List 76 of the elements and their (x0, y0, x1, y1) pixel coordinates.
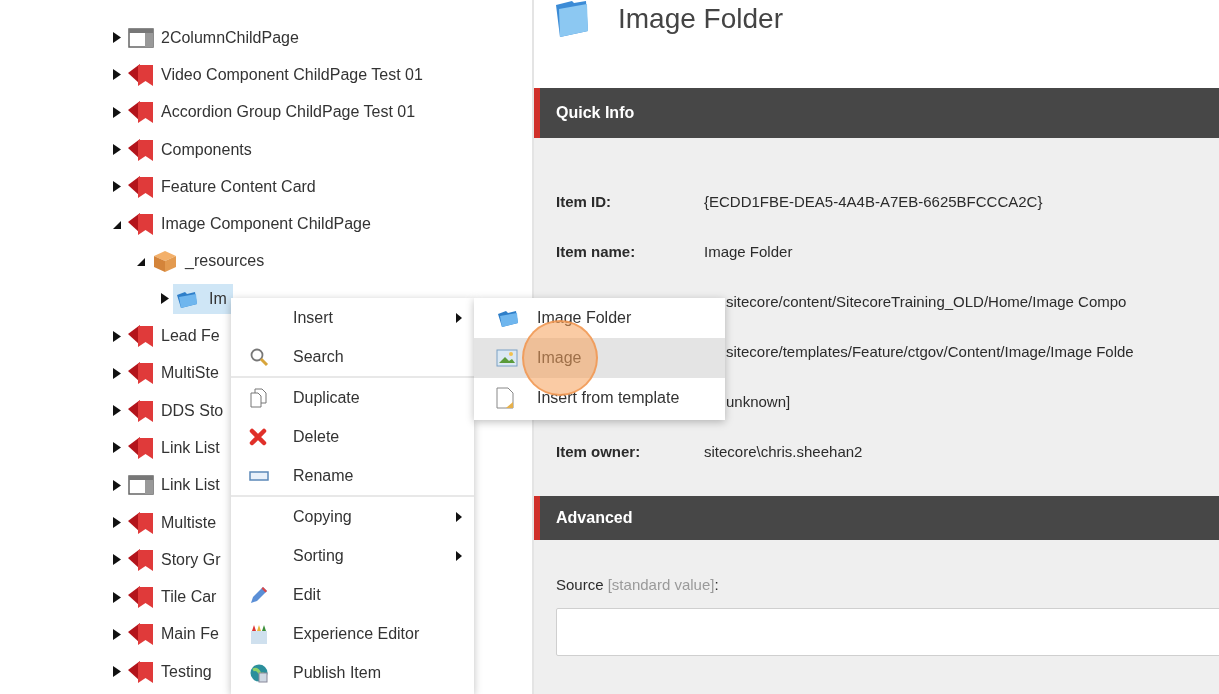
menu-item[interactable]: Rename (231, 456, 474, 495)
tree-node[interactable]: Accordion Group ChildPage Test 01 (125, 97, 422, 128)
tree-node[interactable]: DDS Sto (125, 395, 230, 426)
expand-arrow-icon[interactable] (113, 517, 121, 528)
submenu-arrow-icon (456, 550, 462, 561)
delete-icon (249, 427, 267, 446)
box-icon (151, 249, 179, 274)
expand-arrow-icon[interactable] (113, 405, 121, 417)
expand-arrow-icon[interactable] (113, 32, 121, 44)
expand-arrow-icon[interactable] (113, 330, 121, 342)
tree-node[interactable]: Multiste (125, 507, 223, 538)
tree-node[interactable]: Link List (125, 432, 226, 463)
tree-node[interactable]: Lead Fe (125, 321, 226, 351)
menu-item[interactable]: Sorting (231, 536, 474, 575)
item-title: Image Folder (618, 3, 783, 35)
tree-node[interactable]: Image Component ChildPage (125, 209, 377, 240)
field-value: sitecore/templates/Feature/ctgov/Content/Image/Image Folde (726, 342, 1134, 360)
submenu-arrow-icon (456, 312, 462, 323)
menu-item[interactable]: Copying (231, 497, 474, 536)
field-value: sitecore\chris.sheehan2 (704, 442, 863, 460)
field-value: Image Folder (704, 242, 793, 260)
section-header[interactable]: Advanced (534, 496, 1219, 540)
expand-arrow-icon[interactable] (113, 554, 121, 566)
tree-node[interactable]: Im (173, 283, 233, 314)
text-field-icon (249, 470, 269, 481)
menu-item[interactable]: Search (231, 337, 474, 376)
expand-arrow-icon[interactable] (113, 479, 121, 491)
menu-item[interactable]: Image Folder (474, 298, 725, 338)
tree-node[interactable]: MultiSte (125, 358, 225, 389)
menu-item[interactable]: Experience Editor (231, 614, 474, 653)
input-field[interactable] (556, 608, 1219, 656)
menu-item[interactable]: Insert from template (474, 378, 725, 418)
expand-arrow-icon[interactable] (113, 591, 121, 603)
field-label: Source [standard value]: (556, 576, 719, 593)
tree-node[interactable]: 2ColumnChildPage (125, 22, 305, 53)
expand-arrow-icon[interactable] (113, 181, 121, 193)
menu-item[interactable]: Insert (231, 298, 474, 337)
tree-node[interactable]: Story Gr (125, 544, 227, 575)
section-header[interactable]: Quick Info (534, 88, 1219, 138)
expand-arrow-icon[interactable] (161, 293, 169, 305)
field-value: {ECDD1FBE-DEA5-4A4B-A7EB-6625BFCCCA2C} (704, 192, 1043, 210)
window-icon (127, 474, 157, 497)
expand-arrow-icon[interactable] (113, 69, 121, 81)
field-value: unknown] (726, 392, 791, 410)
tree-node[interactable]: Components (125, 134, 258, 165)
tree-node[interactable]: Video Component ChildPage Test 01 (125, 59, 429, 90)
menu-item[interactable]: Publish Item (231, 653, 474, 692)
submenu-arrow-icon (456, 511, 462, 522)
tree-node[interactable]: Main Fe (125, 619, 225, 650)
field-label: Item name: (556, 242, 637, 260)
tree-node[interactable]: Tile Car (125, 582, 223, 613)
pencil-icon (249, 584, 269, 605)
menu-item[interactable]: Edit (231, 575, 474, 614)
folder-icon (496, 308, 520, 328)
folder-icon (554, 1, 590, 37)
window-icon (127, 26, 157, 49)
expand-arrow-icon[interactable] (113, 442, 121, 454)
picture-icon (496, 349, 518, 367)
field-label: Item owner: (556, 442, 642, 460)
menu-item[interactable]: Delete (231, 417, 474, 456)
expand-arrow-icon[interactable] (113, 144, 121, 156)
document-icon (496, 387, 514, 409)
expand-arrow-icon[interactable] (113, 106, 121, 118)
tree-node[interactable]: Feature Content Card (125, 171, 322, 202)
expand-arrow-icon[interactable] (113, 367, 121, 379)
field-value: sitecore/content/SitecoreTraining_OLD/Home/Image Compo (726, 292, 1127, 310)
copy-icon (249, 387, 269, 408)
search-icon (249, 346, 269, 367)
expand-arrow-icon[interactable] (113, 666, 121, 678)
tree-node[interactable]: _resources (149, 246, 271, 277)
field-label: Item ID: (556, 192, 612, 210)
menu-item[interactable]: Duplicate (231, 378, 474, 417)
globe-icon (249, 662, 269, 683)
expand-arrow-icon[interactable] (113, 628, 121, 640)
tree-node[interactable]: Link List (125, 470, 226, 501)
tree-node[interactable]: Testing (125, 656, 218, 687)
